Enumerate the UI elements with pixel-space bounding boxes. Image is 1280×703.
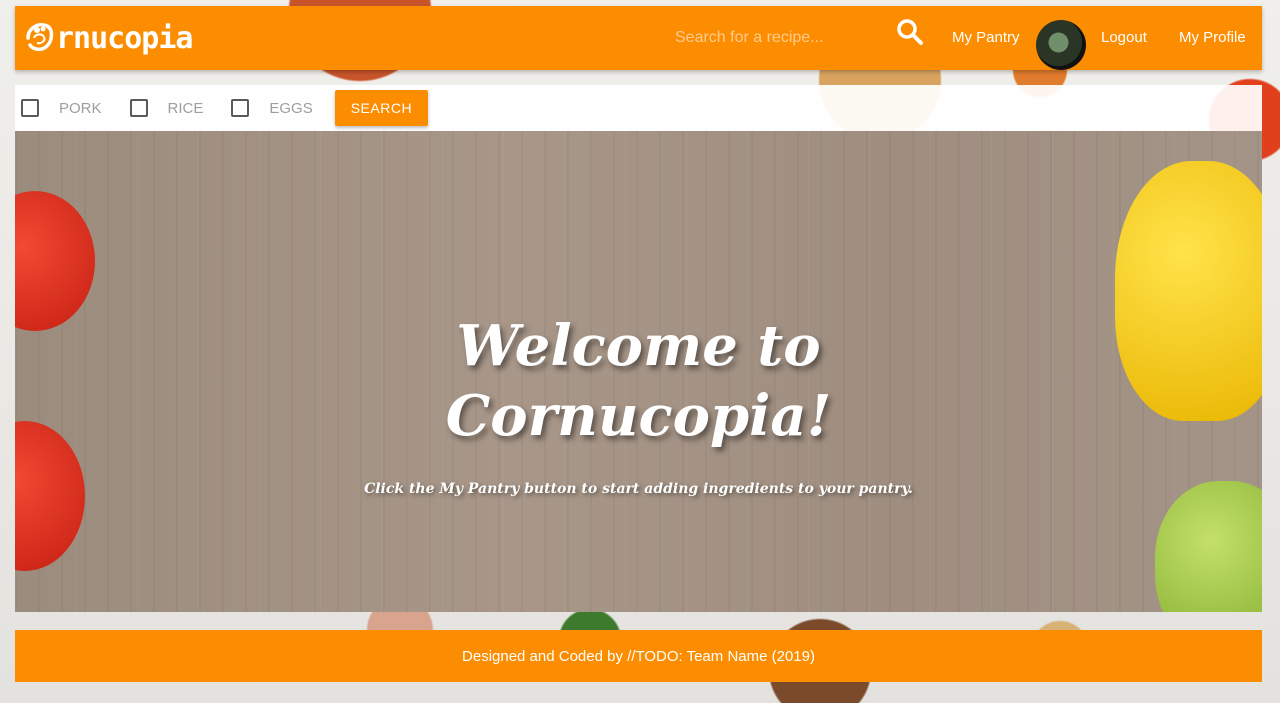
footer-credit: Designed and Coded by //TODO: Team Name …	[462, 647, 815, 665]
pork-label: PORK	[59, 99, 102, 117]
tomato-image	[15, 191, 95, 331]
rice-label: RICE	[167, 99, 204, 117]
navbar: rnucopia My Pantry Logout My Profile	[15, 6, 1262, 70]
hero-title: Welcome to Cornucopia!	[15, 311, 1262, 451]
recipe-search-input[interactable]	[675, 20, 875, 56]
logout-link[interactable]: Logout	[1101, 6, 1147, 70]
ingredient-search-button[interactable]: SEARCH	[334, 90, 429, 126]
footer: Designed and Coded by //TODO: Team Name …	[15, 630, 1262, 682]
brand-logo[interactable]: rnucopia	[25, 20, 193, 56]
eggs-label: EGGS	[269, 99, 313, 117]
green-pepper-image	[1155, 481, 1262, 612]
filter-eggs[interactable]: EGGS	[231, 99, 313, 117]
pork-checkbox[interactable]	[21, 99, 39, 117]
brand-text: rnucopia	[56, 20, 193, 56]
search-icon[interactable]	[896, 18, 924, 46]
my-pantry-link[interactable]: My Pantry	[952, 6, 1020, 70]
my-profile-link[interactable]: My Profile	[1179, 6, 1246, 70]
filter-pork[interactable]: PORK	[21, 99, 102, 117]
ingredient-filter-bar: PORK RICE EGGS SEARCH	[15, 85, 1262, 131]
filter-rice[interactable]: RICE	[129, 99, 204, 117]
hero-title-text: Welcome to Cornucopia!	[445, 313, 832, 449]
cornucopia-icon	[26, 23, 54, 51]
hero-subtitle: Click the My Pantry button to start addi…	[364, 481, 913, 497]
eggs-checkbox[interactable]	[231, 99, 250, 117]
search-wrapper	[675, 20, 875, 56]
hero-banner: Welcome to Cornucopia! Click the My Pant…	[15, 131, 1262, 612]
rice-checkbox[interactable]	[129, 99, 148, 117]
avatar[interactable]	[1036, 20, 1086, 70]
